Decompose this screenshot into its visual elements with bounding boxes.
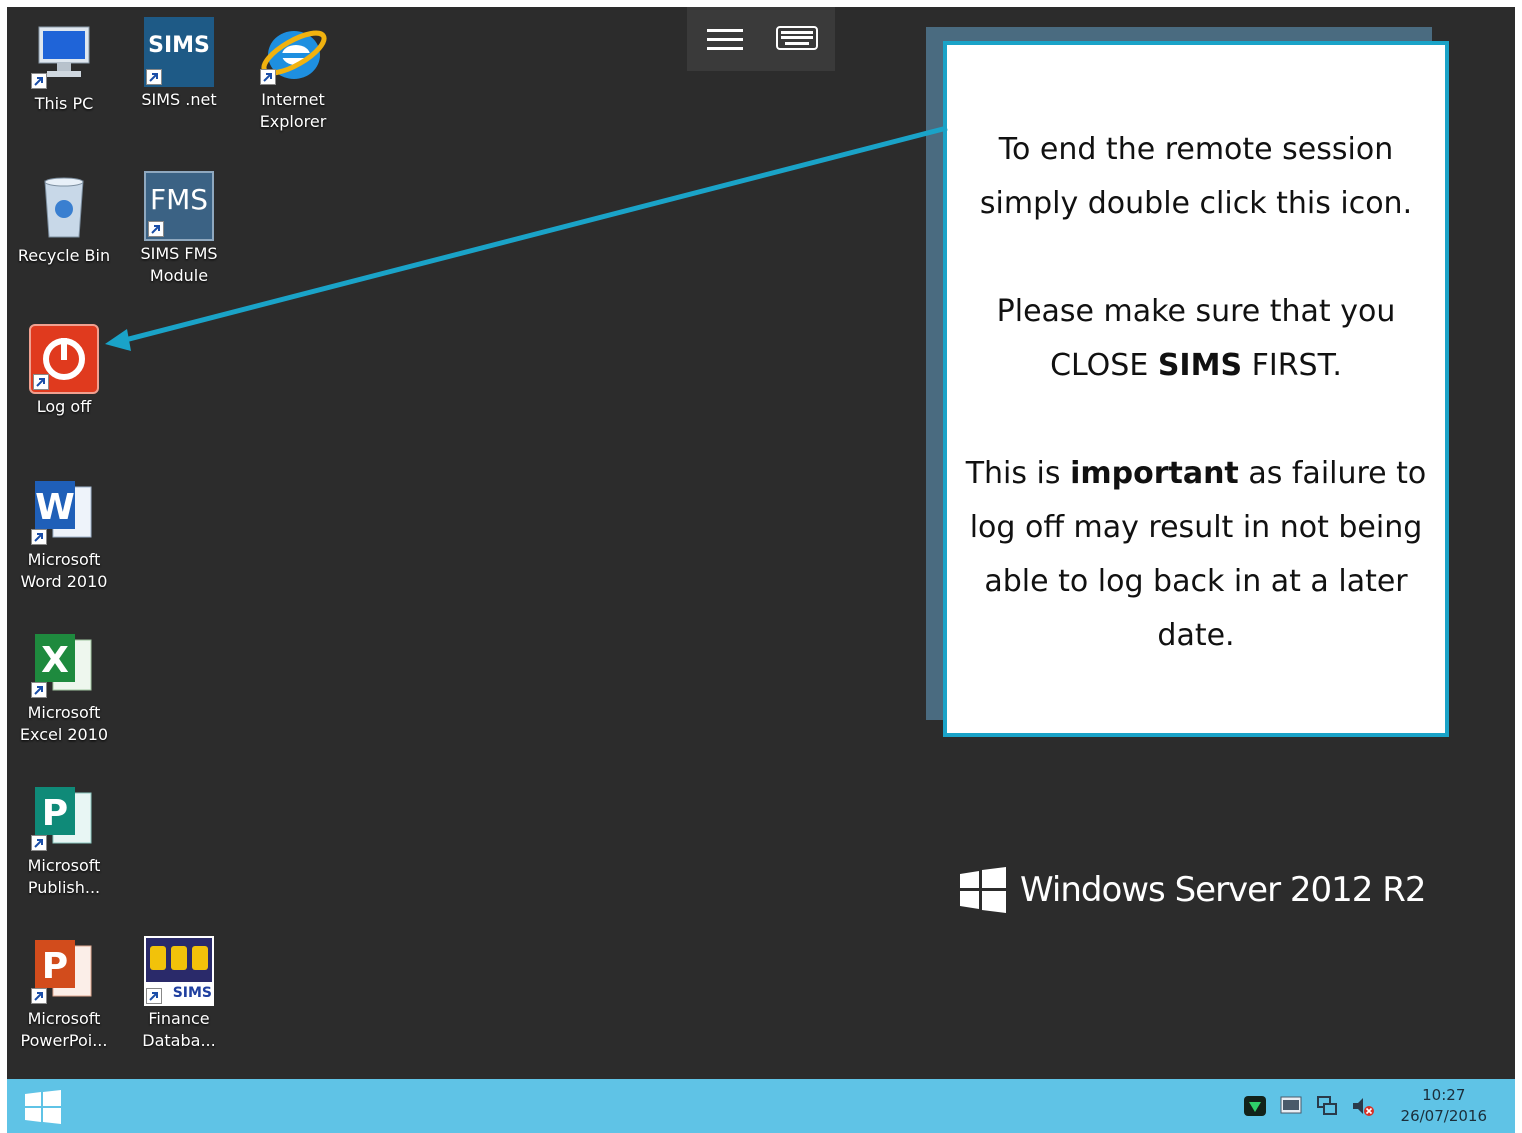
vmware-icon[interactable]	[1279, 1094, 1303, 1122]
network-icon[interactable]	[1315, 1094, 1339, 1122]
branding-text: Windows Server 2012 R2	[1020, 870, 1426, 910]
start-button[interactable]	[23, 1089, 63, 1125]
clock-time: 10:27	[1422, 1086, 1466, 1104]
windows-server-branding: Windows Server 2012 R2	[960, 867, 1426, 913]
volume-muted-icon[interactable]	[1351, 1094, 1375, 1122]
windows-logo-icon	[960, 867, 1006, 913]
desktop: This PC SIMS SIMS .net Internet Explorer	[7, 7, 1515, 1079]
clock[interactable]: 10:27 26/07/2016	[1401, 1085, 1487, 1127]
windows-start-icon	[25, 1090, 61, 1124]
system-tray	[1243, 1095, 1375, 1121]
clock-date: 26/07/2016	[1400, 1107, 1487, 1125]
taskbar: 10:27 26/07/2016	[7, 1079, 1515, 1133]
security-shield-icon[interactable]	[1243, 1094, 1267, 1122]
callout-arrow	[105, 125, 948, 351]
